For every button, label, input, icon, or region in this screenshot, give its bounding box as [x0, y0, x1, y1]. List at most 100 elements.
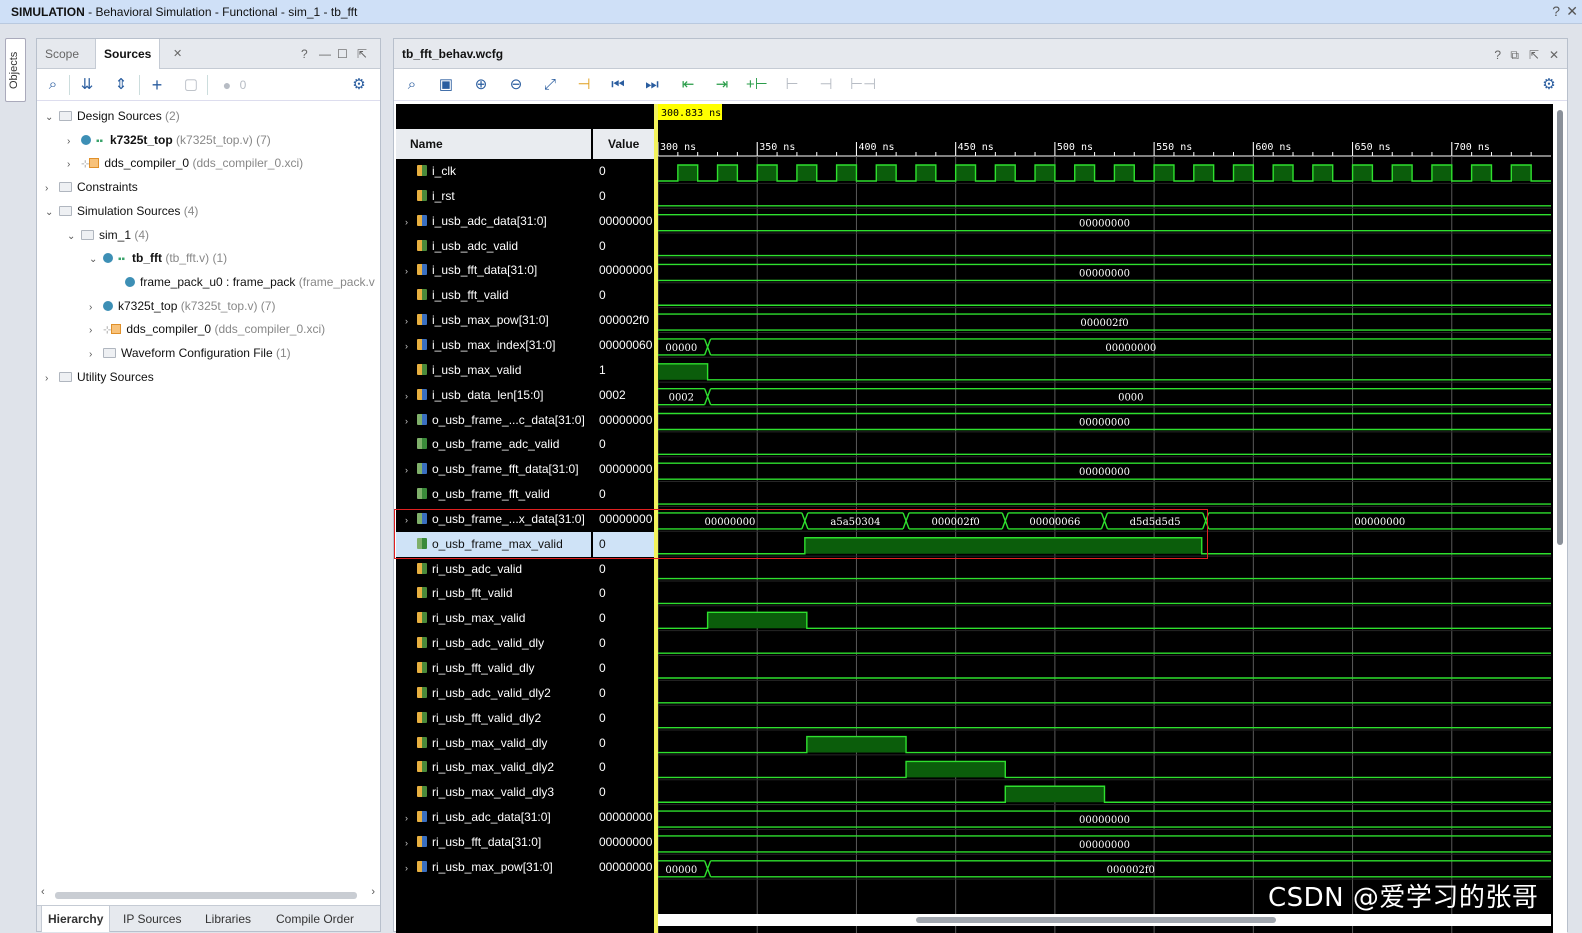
chevron-down-icon[interactable]: ⌄ — [45, 107, 59, 129]
go-to-cursor-icon[interactable]: ⊣ — [574, 75, 594, 95]
scroll-thumb[interactable] — [1557, 110, 1563, 545]
panel-help-icon[interactable]: ? — [301, 47, 308, 61]
tree-item[interactable]: ⌄ Design Sources (2) — [45, 105, 180, 127]
tree-item[interactable]: › k7325t_top (k7325t_top.v) (7) — [89, 295, 275, 317]
chevron-right-icon[interactable]: › — [45, 178, 59, 200]
signal-row[interactable]: › i_usb_adc_data[31:0] — [396, 209, 591, 234]
waveform-horizontal-scrollbar[interactable] — [658, 914, 1551, 926]
go-to-end-icon[interactable]: ⏭ — [642, 75, 662, 95]
chevron-right-icon[interactable]: › — [405, 384, 417, 409]
tree-item[interactable]: › Utility Sources — [45, 366, 154, 388]
chevron-right-icon[interactable]: › — [405, 309, 417, 334]
search-icon[interactable]: ⌕ — [402, 75, 422, 95]
tree-item[interactable]: › ⊹ dds_compiler_0 (dds_compiler_0.xci) — [89, 318, 325, 340]
signal-row[interactable]: › ri_usb_max_pow[31:0] — [396, 855, 591, 880]
scroll-thumb[interactable] — [55, 892, 357, 899]
collapse-all-icon[interactable]: ⇊ — [77, 75, 97, 95]
tab-scope[interactable]: Scope — [37, 39, 87, 69]
signal-row[interactable]: › i_usb_max_pow[31:0] — [396, 308, 591, 333]
signal-row[interactable]: ri_usb_fft_valid — [396, 581, 591, 606]
chevron-right-icon[interactable]: › — [89, 297, 103, 319]
maximize-icon[interactable]: ☐ — [337, 47, 348, 61]
go-to-start-icon[interactable]: ⏮ — [608, 75, 628, 95]
chevron-down-icon[interactable]: ⌄ — [45, 202, 59, 224]
float-icon[interactable]: ⇱ — [1529, 48, 1539, 62]
chevron-right-icon[interactable]: › — [405, 508, 417, 533]
signal-row[interactable]: o_usb_frame_max_valid — [396, 531, 591, 557]
tree-item[interactable]: › ⊹ dds_compiler_0 (dds_compiler_0.xci) — [67, 152, 303, 174]
save-icon[interactable]: ▣ — [436, 75, 456, 95]
waveform-plot[interactable]: 300.833 ns 300 ns 350 ns 400 ns 450 ns 500 ns… — [658, 104, 1551, 933]
chevron-right-icon[interactable]: › — [405, 259, 417, 284]
signal-row[interactable]: ri_usb_max_valid_dly3 — [396, 780, 591, 805]
signal-row[interactable]: i_usb_max_valid — [396, 358, 591, 383]
signal-row[interactable]: ri_usb_adc_valid_dly2 — [396, 681, 591, 706]
chevron-right-icon[interactable]: › — [89, 344, 103, 366]
signal-row[interactable]: › o_usb_frame_...x_data[31:0] — [396, 507, 591, 532]
signal-row[interactable]: ri_usb_adc_valid_dly — [396, 631, 591, 656]
signal-row[interactable]: ri_usb_adc_valid — [396, 557, 591, 582]
signal-row[interactable]: › i_usb_fft_data[31:0] — [396, 258, 591, 283]
add-marker-icon[interactable]: +⊢ — [746, 75, 768, 95]
value-column-header[interactable]: Value — [593, 129, 654, 159]
add-sources-icon[interactable]: + — [147, 75, 167, 95]
tree-item[interactable]: ⌄ ▪▪ tb_fft (tb_fft.v) (1) — [89, 247, 227, 269]
name-column-header[interactable]: Name — [396, 129, 591, 159]
signal-row[interactable]: ri_usb_fft_valid_dly — [396, 656, 591, 681]
tab-libraries[interactable]: Libraries — [199, 906, 257, 932]
chevron-right-icon[interactable]: › — [405, 856, 417, 881]
chevron-right-icon[interactable]: › — [405, 806, 417, 831]
signal-row[interactable]: › o_usb_frame_...c_data[31:0] — [396, 408, 591, 433]
tree-item[interactable]: ⌄ Simulation Sources (4) — [45, 200, 198, 222]
chevron-right-icon[interactable]: › — [405, 458, 417, 483]
help-icon[interactable]: ? — [1552, 3, 1560, 19]
chevron-right-icon[interactable]: › — [405, 210, 417, 235]
tab-compile-order[interactable]: Compile Order — [270, 906, 360, 932]
scroll-left-icon[interactable]: ‹ — [41, 886, 45, 898]
zoom-out-icon[interactable]: ⊖ — [506, 75, 526, 95]
tab-hierarchy[interactable]: Hierarchy — [41, 906, 111, 932]
signal-row[interactable]: ri_usb_max_valid_dly — [396, 731, 591, 756]
chevron-right-icon[interactable]: › — [67, 154, 81, 176]
minimize-icon[interactable]: — — [319, 47, 331, 61]
signal-row[interactable]: › o_usb_frame_fft_data[31:0] — [396, 457, 591, 482]
tab-ip-sources[interactable]: IP Sources — [117, 906, 187, 932]
next-transition-icon[interactable]: ⇥ — [712, 75, 732, 95]
gear-icon[interactable]: ⚙ — [1539, 75, 1559, 95]
tree-item[interactable]: ⌄ sim_1 (4) — [67, 224, 149, 246]
waveform-canvas[interactable]: 300.833 ns 300 ns 350 ns 400 ns 450 ns 500 ns… — [658, 104, 1551, 933]
chevron-right-icon[interactable]: › — [67, 131, 81, 153]
waveform-viewer[interactable]: Name i_clk i_rst › i_usb_adc_data[31:0] i_us… — [396, 104, 1567, 933]
tab-close-icon[interactable]: ✕ — [173, 47, 182, 60]
tree-item[interactable]: frame_pack_u0 : frame_pack (frame_pack.v — [111, 271, 375, 293]
signal-row[interactable]: › i_usb_max_index[31:0] — [396, 333, 591, 358]
signal-row[interactable]: ri_usb_max_valid_dly2 — [396, 755, 591, 780]
signal-row[interactable]: › i_usb_data_len[15:0] — [396, 383, 591, 408]
float-icon[interactable]: ⇱ — [357, 47, 367, 61]
expand-all-icon[interactable]: ⇕ — [111, 75, 131, 95]
signal-row[interactable]: i_usb_fft_valid — [396, 283, 591, 308]
zoom-fit-icon[interactable]: ⤢ — [540, 75, 560, 95]
tree-item[interactable]: › Waveform Configuration File (1) — [89, 342, 291, 364]
signal-row[interactable]: › ri_usb_adc_data[31:0] — [396, 805, 591, 830]
panel-help-icon[interactable]: ? — [1494, 48, 1501, 62]
signal-row[interactable]: o_usb_frame_adc_valid — [396, 432, 591, 457]
chevron-right-icon[interactable]: › — [45, 368, 59, 390]
gear-icon[interactable]: ⚙ — [349, 75, 369, 95]
scroll-right-icon[interactable]: › — [371, 886, 375, 898]
signal-row[interactable]: o_usb_frame_fft_valid — [396, 482, 591, 507]
previous-transition-icon[interactable]: ⇤ — [678, 75, 698, 95]
search-icon[interactable]: ⌕ — [43, 75, 63, 95]
chevron-right-icon[interactable]: › — [89, 320, 103, 342]
chevron-right-icon[interactable]: › — [405, 831, 417, 856]
close-icon[interactable]: ✕ — [1549, 48, 1559, 62]
signal-row[interactable]: › ri_usb_fft_data[31:0] — [396, 830, 591, 855]
signal-row[interactable]: i_rst — [396, 184, 591, 209]
tab-sources[interactable]: Sources — [95, 39, 161, 69]
scroll-thumb[interactable] — [916, 917, 1276, 923]
chevron-right-icon[interactable]: › — [405, 334, 417, 359]
close-icon[interactable]: ✕ — [1566, 3, 1578, 20]
tree-item[interactable]: › ▪▪ k7325t_top (k7325t_top.v) (7) — [67, 129, 271, 151]
restore-icon[interactable]: ⧉ — [1510, 48, 1519, 63]
chevron-down-icon[interactable]: ⌄ — [67, 226, 81, 248]
